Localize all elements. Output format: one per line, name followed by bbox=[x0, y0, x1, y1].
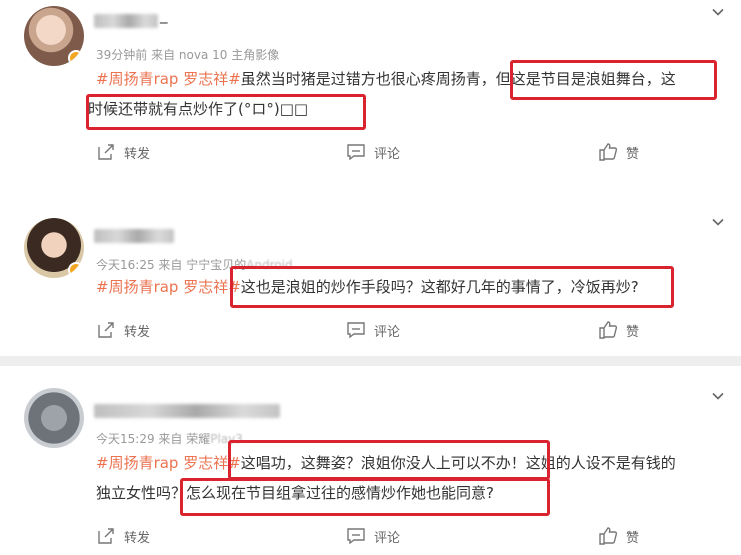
comment-card-3: 今天15:29 来自 荣耀Play3 #周扬青rap 罗志祥#这唱功，这舞姿？浪… bbox=[0, 366, 741, 555]
like-button[interactable]: 赞 bbox=[598, 320, 639, 340]
username-blurred[interactable] bbox=[94, 229, 174, 243]
repost-icon bbox=[98, 528, 114, 544]
comment-text: #周扬青rap 罗志祥#这也是浪姐的炒作手段吗？这都好几年的事情了，冷饭再炒? bbox=[96, 272, 726, 302]
comment-meta: 今天16:25 来自 宁宁宝贝的Android bbox=[96, 258, 293, 272]
username-blurred[interactable] bbox=[94, 14, 158, 28]
comment-icon bbox=[347, 144, 365, 161]
repost-label: 转发 bbox=[124, 324, 151, 340]
action-bar: 转发 评论 赞 bbox=[96, 142, 656, 164]
like-icon bbox=[599, 143, 618, 161]
comment-line-1: 这也是浪姐的炒作手段吗？这都好几年的事情了，冷饭再炒? bbox=[240, 278, 639, 296]
comment-card-1: _ 39分钟前 来自 nova 10 主角影像 #周扬青rap 罗志祥#虽然当时… bbox=[0, 0, 741, 196]
verified-badge-icon bbox=[68, 262, 84, 278]
repost-icon bbox=[98, 144, 114, 160]
like-label: 赞 bbox=[626, 530, 640, 546]
like-icon bbox=[599, 527, 618, 545]
repost-label: 转发 bbox=[124, 146, 151, 162]
comment-icon bbox=[347, 322, 365, 339]
separator bbox=[0, 356, 741, 366]
repost-icon bbox=[98, 322, 114, 338]
comment-meta: 今天15:29 来自 荣耀Play3 bbox=[96, 432, 243, 446]
repost-button[interactable]: 转发 bbox=[96, 142, 150, 162]
like-label: 赞 bbox=[626, 324, 640, 340]
comment-line-2: 独立女性吗？怎么现在节目组拿过往的感情炒作她也能同意? bbox=[96, 484, 494, 502]
action-bar: 转发 评论 赞 bbox=[96, 320, 656, 342]
like-button[interactable]: 赞 bbox=[598, 142, 639, 162]
avatar[interactable] bbox=[24, 388, 84, 448]
action-bar: 转发 评论 赞 bbox=[96, 526, 656, 548]
verified-badge-icon bbox=[68, 50, 84, 66]
hashtag-link[interactable]: #周扬青rap 罗志祥# bbox=[96, 70, 241, 88]
username-blurred[interactable] bbox=[94, 404, 280, 418]
chevron-down-icon[interactable] bbox=[711, 4, 725, 18]
comment-line-1: 这唱功，这舞姿？浪姐你没人上可以不办！这姐的人设不是有钱的 bbox=[240, 454, 676, 472]
comment-text: #周扬青rap 罗志祥#这唱功，这舞姿？浪姐你没人上可以不办！这姐的人设不是有钱… bbox=[96, 448, 736, 508]
chevron-down-icon[interactable] bbox=[711, 388, 725, 402]
comment-button[interactable]: 评论 bbox=[346, 526, 400, 546]
comment-button[interactable]: 评论 bbox=[346, 142, 400, 162]
hashtag-link[interactable]: #周扬青rap 罗志祥# bbox=[96, 278, 241, 296]
repost-button[interactable]: 转发 bbox=[96, 320, 150, 340]
comment-label: 评论 bbox=[374, 530, 401, 546]
like-label: 赞 bbox=[626, 146, 640, 162]
avatar[interactable] bbox=[24, 218, 84, 278]
like-icon bbox=[599, 321, 618, 339]
comment-button[interactable]: 评论 bbox=[346, 320, 400, 340]
comment-label: 评论 bbox=[374, 146, 401, 162]
repost-button[interactable]: 转发 bbox=[96, 526, 150, 546]
chevron-down-icon[interactable] bbox=[711, 214, 725, 228]
comment-line-2: 时候还带就有点炒作了(°ロ°)□□ bbox=[88, 100, 309, 118]
username-suffix: _ bbox=[160, 6, 168, 24]
comment-icon bbox=[347, 528, 365, 545]
like-button[interactable]: 赞 bbox=[598, 526, 639, 546]
repost-label: 转发 bbox=[124, 530, 151, 546]
comment-text: #周扬青rap 罗志祥#虽然当时猪是过错方也很心疼周扬青，但这是节目是浪姐舞台，… bbox=[88, 64, 726, 124]
comment-label: 评论 bbox=[374, 324, 401, 340]
comment-line-1: 虽然当时猪是过错方也很心疼周扬青，但这是节目是浪姐舞台，这 bbox=[240, 70, 676, 88]
hashtag-link[interactable]: #周扬青rap 罗志祥# bbox=[96, 454, 241, 472]
comment-card-2: 今天16:25 来自 宁宁宝贝的Android #周扬青rap 罗志祥#这也是浪… bbox=[0, 196, 741, 356]
avatar[interactable] bbox=[24, 6, 84, 66]
comment-meta: 39分钟前 来自 nova 10 主角影像 bbox=[96, 48, 280, 62]
